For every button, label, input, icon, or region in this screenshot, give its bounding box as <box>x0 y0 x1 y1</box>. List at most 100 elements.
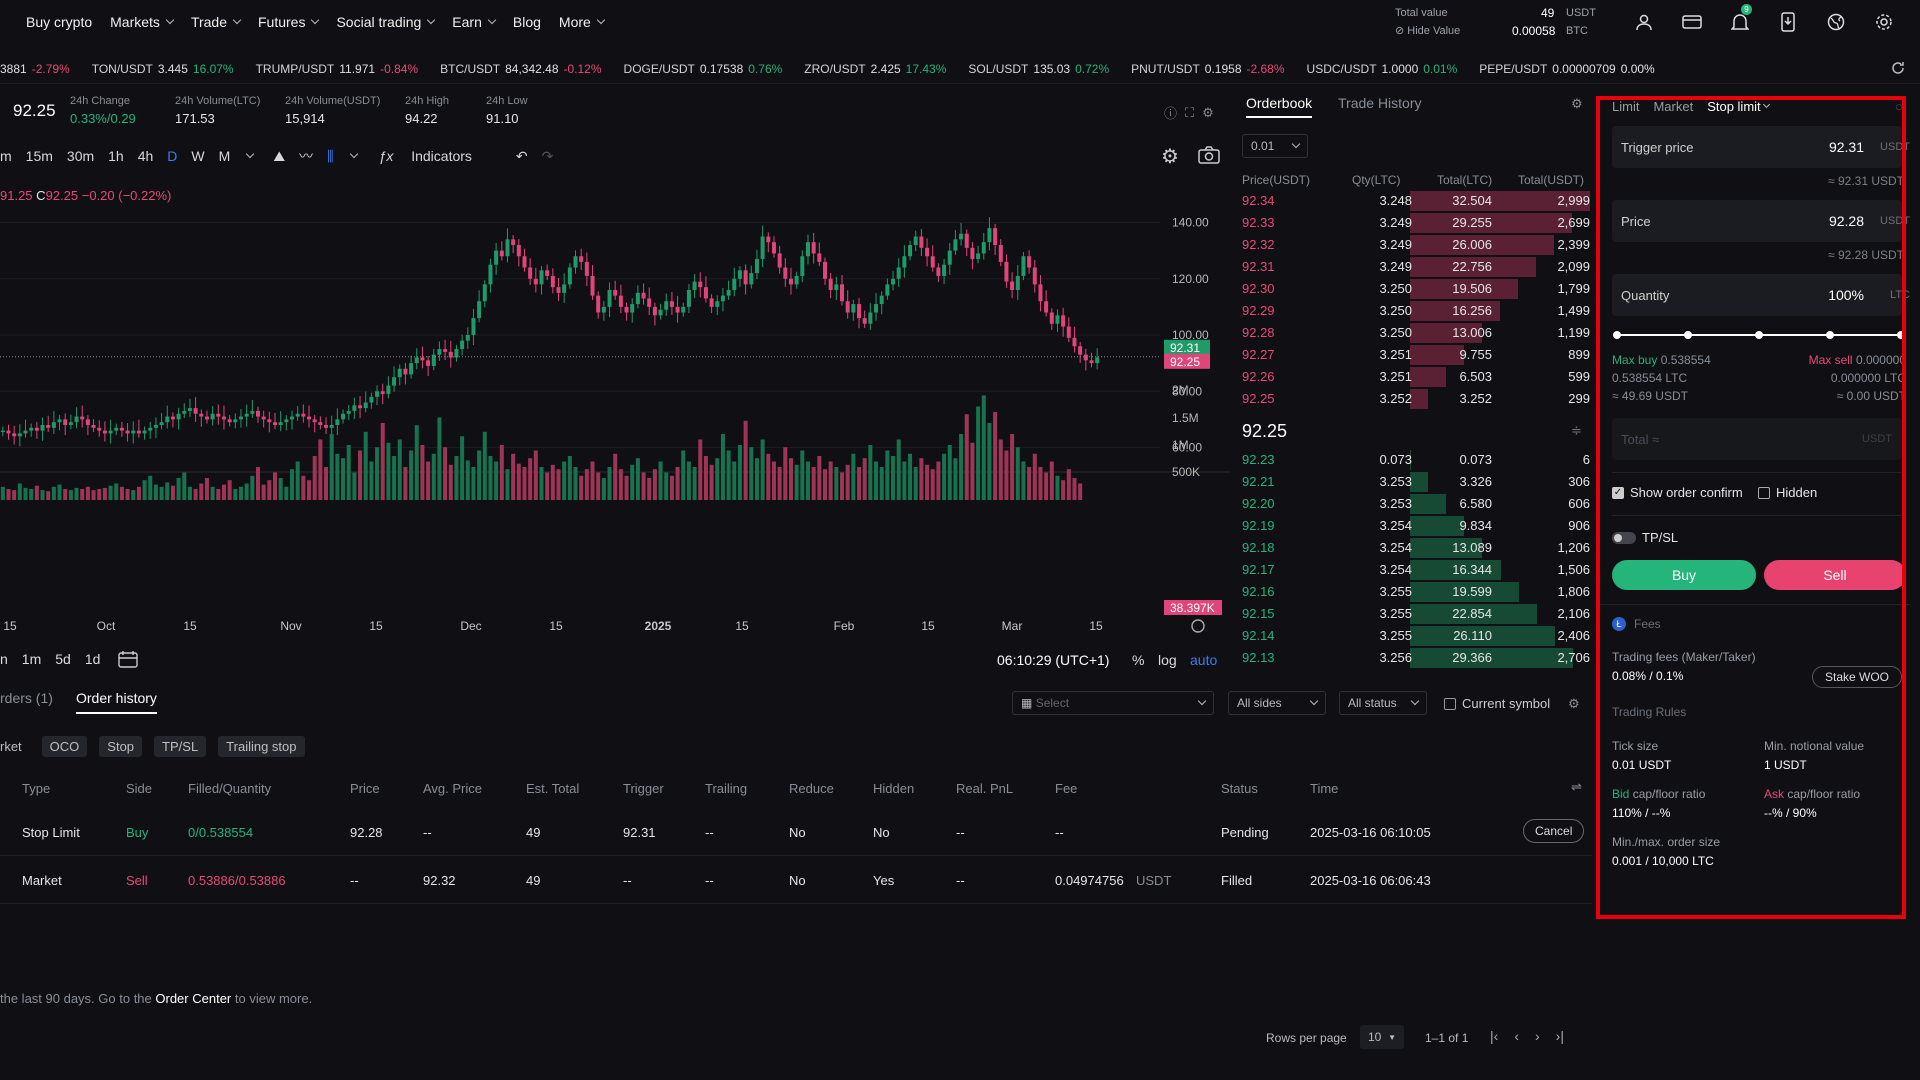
slider-node[interactable] <box>1897 331 1905 339</box>
interval-1h[interactable]: 1h <box>108 148 124 164</box>
settings-gear-icon[interactable] <box>1872 10 1896 34</box>
ask-row[interactable]: 92.33 3.249 29.255 2,699 <box>1242 212 1590 234</box>
chevron-down-icon[interactable] <box>246 149 255 159</box>
price-chart[interactable]: 140.00120.00100.0080.0060.002M1.5M1M500K… <box>0 180 1230 640</box>
ask-row[interactable]: 92.32 3.249 26.006 2,399 <box>1242 234 1590 256</box>
bid-row[interactable]: 92.16 3.255 19.599 1,806 <box>1242 581 1590 603</box>
slider-node[interactable] <box>1826 331 1834 339</box>
quantity-field[interactable]: Quantity 100% LTC <box>1612 274 1910 316</box>
line-type-icon[interactable]: 〰 <box>299 146 313 166</box>
interval-15m[interactable]: 15m <box>26 148 53 164</box>
nav-blog[interactable]: Blog <box>513 14 541 30</box>
range-n[interactable]: n <box>0 651 8 667</box>
ask-row[interactable]: 92.29 3.250 16.256 1,499 <box>1242 300 1590 322</box>
camera-icon[interactable] <box>1198 146 1220 167</box>
ticker-item[interactable]: USDC/USDT 1.0000 0.01% <box>1307 62 1458 76</box>
bid-row[interactable]: 92.18 3.254 13.089 1,206 <box>1242 537 1590 559</box>
chevron-down-icon[interactable] <box>349 149 358 159</box>
filter-chip-oco[interactable]: OCO <box>41 736 88 757</box>
ask-row[interactable]: 92.34 3.248 32.504 2,999 <box>1242 190 1590 212</box>
filter-chip-trailingstop[interactable]: Trailing stop <box>218 736 305 757</box>
profile-icon[interactable] <box>1632 10 1656 34</box>
download-app-icon[interactable] <box>1776 10 1800 34</box>
buy-button[interactable]: Buy <box>1612 560 1756 590</box>
order-type-tab-limit[interactable]: Limit <box>1612 99 1639 114</box>
hidden-checkbox[interactable]: Hidden <box>1758 485 1817 500</box>
interval-D[interactable]: D <box>167 148 177 164</box>
info-icon[interactable]: ⓘ <box>1164 103 1177 122</box>
price-field[interactable]: Price 92.28 USDT <box>1612 200 1910 242</box>
current-symbol-checkbox[interactable]: Current symbol <box>1444 696 1550 711</box>
ask-row[interactable]: 92.31 3.249 22.756 2,099 <box>1242 256 1590 278</box>
interval-30m[interactable]: 30m <box>67 148 94 164</box>
interval-m[interactable]: m <box>0 148 12 164</box>
cancel-order-button[interactable]: Cancel <box>1523 819 1585 843</box>
order-type-tab-market[interactable]: Market <box>1653 99 1693 114</box>
precision-select[interactable]: 0.01 <box>1242 134 1308 158</box>
quantity-slider[interactable] <box>1613 330 1906 340</box>
ticker-item[interactable]: ZRO/USDT 2.425 17.43% <box>804 62 946 76</box>
notification-bell-icon[interactable]: 9 <box>1728 4 1752 34</box>
date-range-icon[interactable] <box>118 650 138 671</box>
bid-row[interactable]: 92.20 3.253 6.580 606 <box>1242 493 1590 515</box>
ticker-item[interactable]: SOL/USDT 135.03 0.72% <box>968 62 1109 76</box>
range-5d[interactable]: 5d <box>55 651 71 667</box>
column-settings-icon[interactable]: ⇌ <box>1571 779 1582 795</box>
ask-row[interactable]: 92.28 3.250 13.006 1,199 <box>1242 322 1590 344</box>
slider-node[interactable] <box>1684 331 1692 339</box>
ticker-item[interactable]: TRUMP/USDT 11.971 -0.84% <box>256 62 419 76</box>
order-center-link[interactable]: Order Center <box>155 991 231 1006</box>
percent-toggle[interactable]: % <box>1132 652 1144 668</box>
nav-buy-crypto[interactable]: Buy crypto <box>26 14 92 30</box>
tab-orderbook[interactable]: Orderbook <box>1246 95 1313 118</box>
rows-per-page-select[interactable]: 10 ▼ <box>1360 1025 1404 1049</box>
table-settings-icon[interactable]: ⚙ <box>1568 696 1580 712</box>
bid-row[interactable]: 92.15 3.255 22.854 2,106 <box>1242 603 1590 625</box>
bid-row[interactable]: 92.13 3.256 29.366 2,706 <box>1242 647 1590 669</box>
indicators-button[interactable]: ƒx Indicators <box>379 148 486 164</box>
orderbook-spread-icon[interactable]: ≑ <box>1571 423 1582 439</box>
bid-row[interactable]: 92.17 3.254 16.344 1,506 <box>1242 559 1590 581</box>
nav-social-trading[interactable]: Social trading <box>336 14 436 30</box>
chart-settings-circle-icon[interactable] <box>1191 619 1205 633</box>
log-toggle[interactable]: log <box>1158 652 1177 668</box>
hide-value-toggle[interactable]: ⊘ Hide Value <box>1395 22 1460 40</box>
last-page-icon[interactable]: ›| <box>1556 1028 1564 1044</box>
interval-4h[interactable]: 4h <box>138 148 154 164</box>
tab-trade-history[interactable]: Trade History <box>1338 95 1422 111</box>
next-page-icon[interactable]: › <box>1535 1028 1540 1044</box>
auto-toggle[interactable]: auto <box>1190 652 1217 668</box>
ticker-item[interactable]: PNUT/USDT 0.1958 -2.68% <box>1131 62 1284 76</box>
total-value-label[interactable]: Total value <box>1395 4 1448 22</box>
ask-row[interactable]: 92.25 3.252 3.252 299 <box>1242 388 1590 410</box>
sides-select[interactable]: All sides <box>1228 691 1326 715</box>
tpsl-toggle[interactable]: TP/SL <box>1612 530 1678 545</box>
nav-markets[interactable]: Markets <box>110 14 175 30</box>
show-order-confirm-checkbox[interactable]: ✓ Show order confirm <box>1612 485 1743 500</box>
ask-row[interactable]: 92.26 3.251 6.503 599 <box>1242 366 1590 388</box>
slider-node[interactable] <box>1613 331 1621 339</box>
form-info-icon[interactable]: ○ <box>1895 99 1903 114</box>
tab-open-orders[interactable]: rders (1) <box>0 690 53 706</box>
total-field[interactable]: Total ≈ USDT <box>1612 418 1902 460</box>
language-globe-icon[interactable] <box>1824 10 1848 34</box>
interval-M[interactable]: M <box>219 148 231 164</box>
bars-type-icon[interactable]: ⫼ <box>327 148 333 165</box>
ticker-item[interactable]: BTC/USDT 84,342.48 -0.12% <box>440 62 601 76</box>
filter-chip-tpsl[interactable]: TP/SL <box>154 736 207 757</box>
ask-row[interactable]: 92.27 3.251 9.755 899 <box>1242 344 1590 366</box>
ticker-item[interactable]: 3881 -2.79% <box>0 62 70 76</box>
nav-trade[interactable]: Trade <box>191 14 242 30</box>
date-select[interactable]: ▦ Select <box>1012 691 1214 715</box>
bid-row[interactable]: 92.14 3.255 26.110 2,406 <box>1242 625 1590 647</box>
ticker-item[interactable]: TON/USDT 3.445 16.07% <box>92 62 234 76</box>
undo-icon[interactable]: ↶ <box>516 148 528 165</box>
fullscreen-icon[interactable]: ⛶ <box>1185 105 1194 121</box>
tab-order-history[interactable]: Order history <box>76 690 157 714</box>
slider-node[interactable] <box>1755 331 1763 339</box>
filter-chip-stop[interactable]: Stop <box>99 736 143 757</box>
interval-W[interactable]: W <box>191 148 204 164</box>
wallet-icon[interactable] <box>1680 10 1704 34</box>
trigger-price-field[interactable]: Trigger price 92.31 USDT <box>1612 126 1910 168</box>
order-type-tab-stop-limit[interactable]: Stop limit <box>1707 99 1770 114</box>
